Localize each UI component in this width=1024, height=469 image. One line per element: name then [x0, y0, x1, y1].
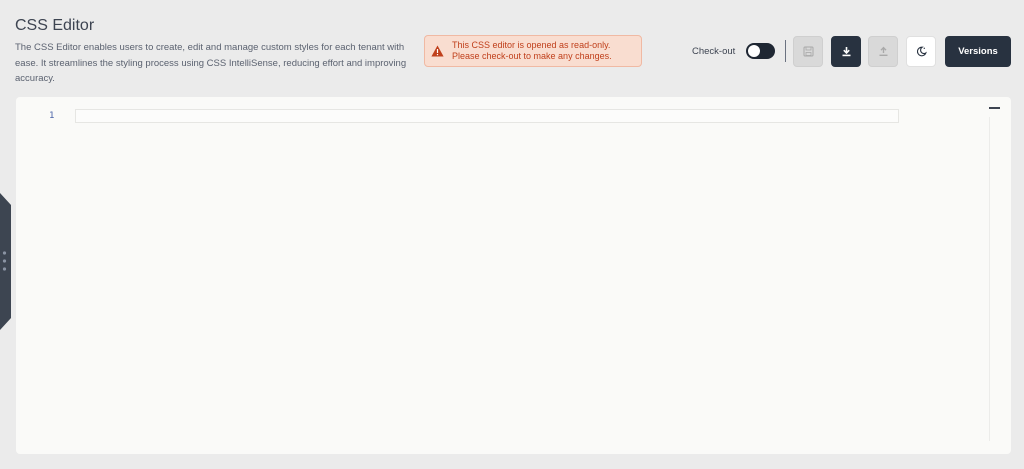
read-only-alert: This CSS editor is opened as read-only. … [424, 35, 642, 67]
theme-button[interactable] [906, 36, 936, 67]
css-editor-page: CSS Editor The CSS Editor enables users … [0, 0, 1024, 469]
upload-button[interactable] [868, 36, 898, 67]
checkout-label: Check-out [692, 46, 736, 57]
warning-icon [431, 45, 444, 57]
download-icon [842, 47, 850, 57]
code-editor[interactable]: 1 [16, 97, 1011, 454]
line-number: 1 [49, 111, 55, 121]
editor-scrollbar[interactable] [989, 117, 990, 441]
alert-text: This CSS editor is opened as read-only. … [452, 40, 612, 63]
download-button[interactable] [831, 36, 861, 67]
toggle-knob [748, 45, 760, 57]
versions-button[interactable]: Versions [945, 36, 1011, 67]
alert-line-1: This CSS editor is opened as read-only. [452, 39, 611, 50]
upload-icon [879, 46, 887, 56]
theme-icon [916, 46, 927, 57]
grip-dot-icon [2, 259, 7, 263]
page-description: The CSS Editor enables users to create, … [15, 42, 407, 84]
toolbar-divider [785, 40, 786, 62]
alert-line-2: Please check-out to make any changes. [452, 51, 612, 61]
page-title: CSS Editor [15, 17, 95, 34]
minimize-icon[interactable] [989, 107, 1000, 109]
grip-dot-icon [2, 251, 7, 255]
side-panel-handle[interactable] [0, 193, 11, 330]
editor-current-line[interactable] [75, 109, 899, 123]
save-button[interactable] [793, 36, 823, 67]
checkout-toggle[interactable] [746, 43, 775, 59]
save-icon [803, 46, 813, 57]
grip-dot-icon [2, 267, 7, 271]
